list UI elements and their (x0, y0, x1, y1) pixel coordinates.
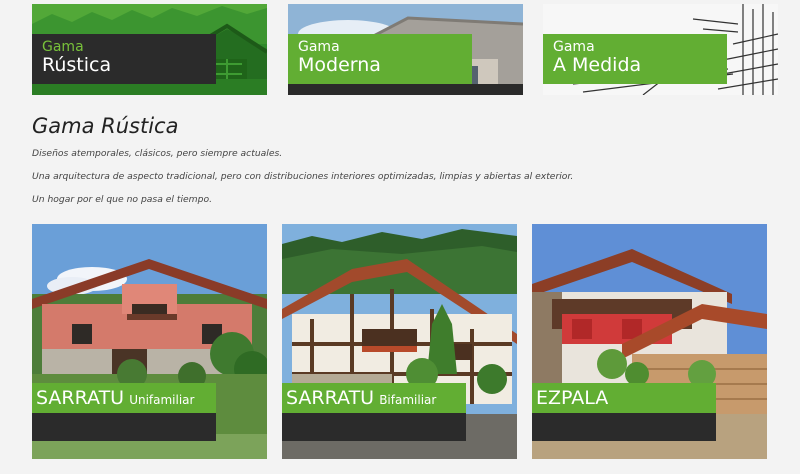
page-title: Gama Rústica (32, 114, 179, 138)
model-card-ezpala[interactable]: EZPALA (532, 224, 767, 459)
description-paragraph: Una arquitectura de aspecto tradicional,… (32, 171, 574, 182)
category-tile-moderna[interactable]: Gama Moderna (288, 4, 523, 95)
model-label-sarratu-unifamiliar: SARRATU Unifamiliar (32, 383, 216, 441)
model-name: SARRATU (286, 387, 375, 409)
category-label-rustica: Gama Rústica (32, 34, 216, 84)
model-label-green-bar: EZPALA (532, 383, 716, 413)
category-tile-a-medida[interactable]: Gama A Medida (543, 4, 778, 95)
model-subtitle: Unifamiliar (129, 393, 195, 407)
category-tile-rustica[interactable]: Gama Rústica (32, 4, 267, 95)
model-card-sarratu-unifamiliar[interactable]: SARRATU Unifamiliar (32, 224, 267, 459)
category-label-line2: A Medida (553, 54, 642, 76)
category-label-line1: Gama (42, 39, 84, 55)
category-label-line2: Moderna (298, 54, 381, 76)
category-label-moderna: Gama Moderna (288, 34, 472, 84)
category-label-a-medida: Gama A Medida (543, 34, 727, 84)
model-label-dark-bar (282, 413, 466, 441)
model-subtitle: Bifamiliar (379, 393, 437, 407)
model-label-dark-bar (532, 413, 716, 441)
model-name: SARRATU (36, 387, 125, 409)
category-label-line1: Gama (298, 39, 340, 55)
model-label-ezpala: EZPALA (532, 383, 716, 441)
model-label-dark-bar (32, 413, 216, 441)
model-label-green-bar: SARRATU Unifamiliar (32, 383, 216, 413)
model-card-sarratu-bifamiliar[interactable]: SARRATU Bifamiliar (282, 224, 517, 459)
description-paragraph: Un hogar por el que no pasa el tiempo. (32, 194, 212, 205)
model-label-sarratu-bifamiliar: SARRATU Bifamiliar (282, 383, 466, 441)
model-label-green-bar: SARRATU Bifamiliar (282, 383, 466, 413)
description-paragraph: Diseños atemporales, clásicos, pero siem… (32, 148, 283, 159)
category-label-line1: Gama (553, 39, 595, 55)
category-label-line2: Rústica (42, 54, 112, 76)
model-name: EZPALA (536, 387, 609, 409)
